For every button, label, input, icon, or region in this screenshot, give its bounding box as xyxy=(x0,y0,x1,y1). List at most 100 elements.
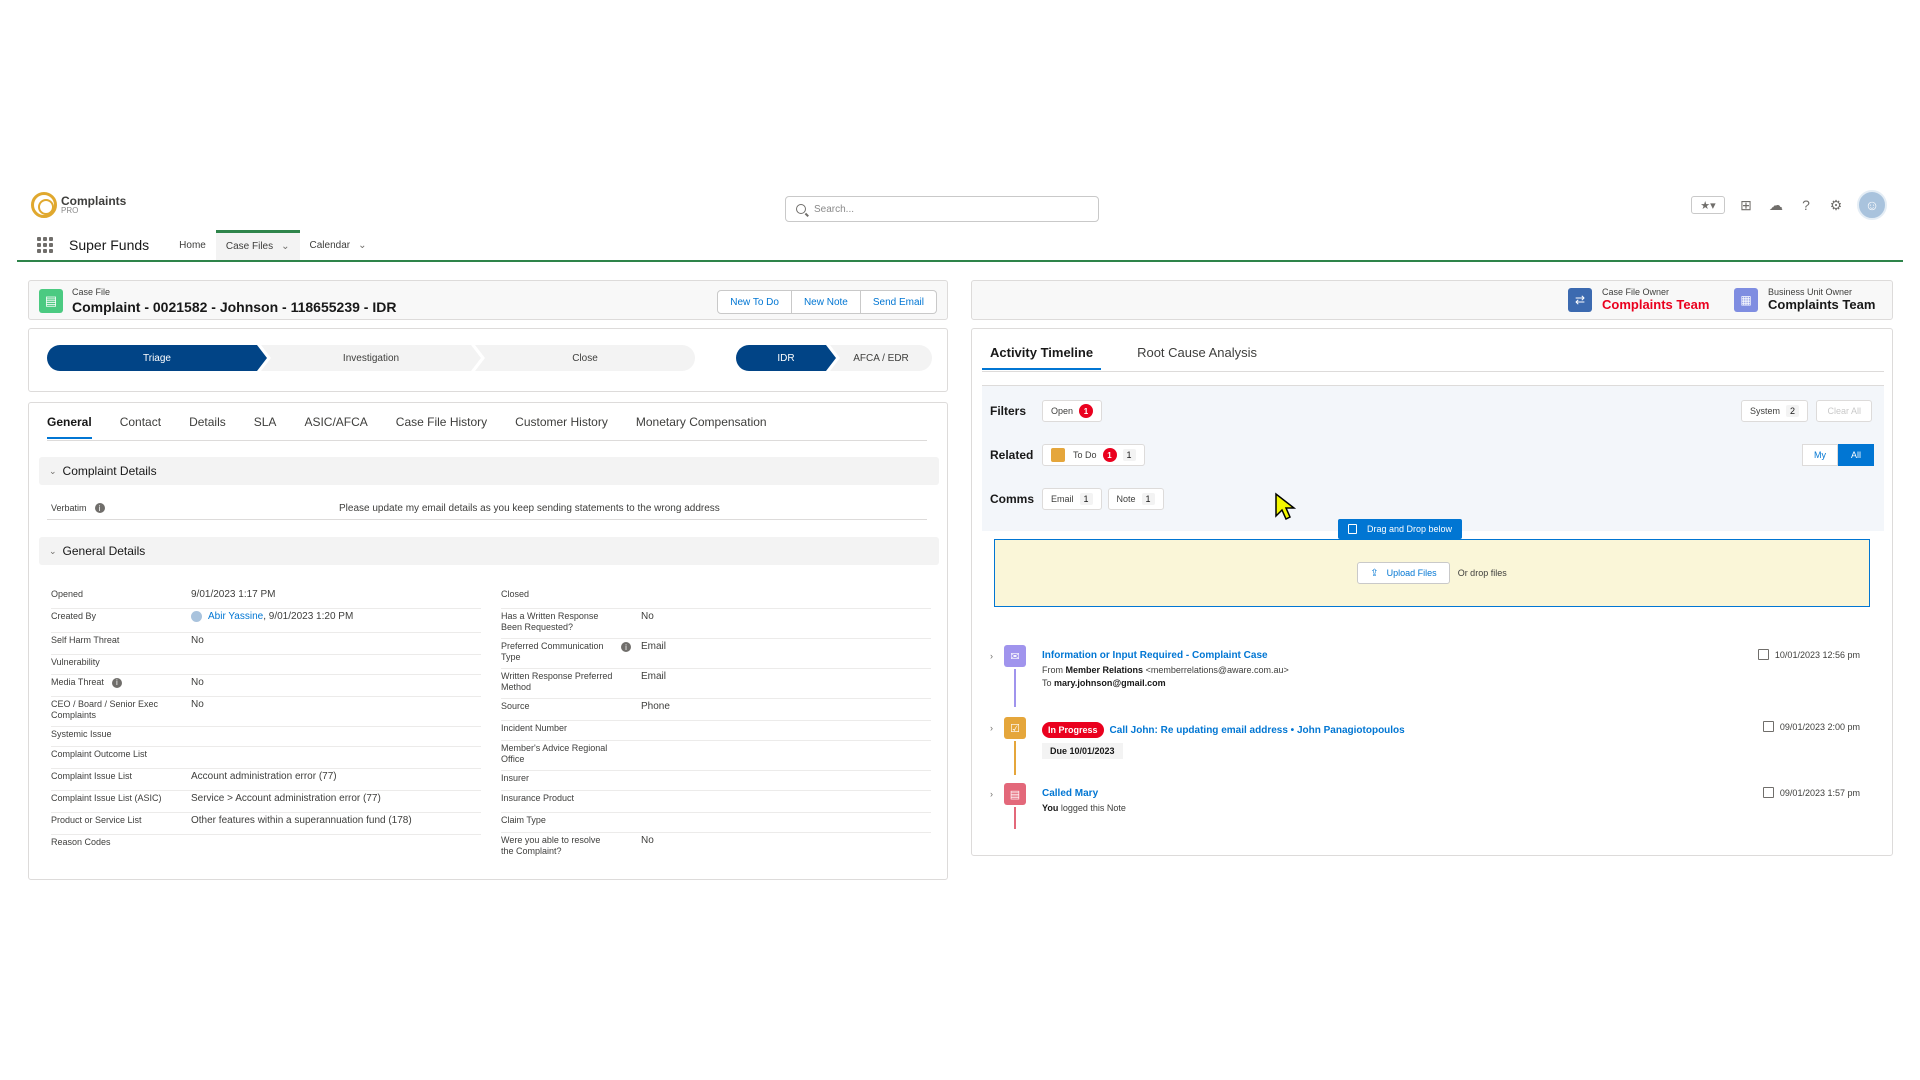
email-count: 1 xyxy=(1079,493,1093,505)
tab-general[interactable]: General xyxy=(47,415,92,439)
avatar[interactable]: ☺ xyxy=(1857,190,1887,220)
tabs-divider xyxy=(982,371,1884,372)
timeline-item-note: › ▤ Called Mary You logged this Note 09/… xyxy=(990,783,1870,833)
new-note-button[interactable]: New Note xyxy=(791,290,861,314)
nav-item-case-files[interactable]: Case Files ⌄ xyxy=(215,230,300,260)
chevron-right-icon[interactable]: › xyxy=(990,723,993,733)
tab-sla[interactable]: SLA xyxy=(254,415,277,439)
app-launcher-icon[interactable] xyxy=(37,237,53,253)
tab-contact[interactable]: Contact xyxy=(120,415,161,439)
global-header: Complaints PRO Search... ★▾ ⊞ ☁ ? ⚙ ☺ Su… xyxy=(17,188,1903,262)
section-complaint-details[interactable]: ⌄ Complaint Details xyxy=(39,457,939,485)
chevron-right-icon[interactable]: › xyxy=(990,789,993,799)
tab-case-file-history[interactable]: Case File History xyxy=(396,415,487,439)
stage-triage[interactable]: Triage xyxy=(47,345,267,371)
expand-icon[interactable] xyxy=(1762,721,1774,732)
chevron-right-icon[interactable]: › xyxy=(990,651,993,661)
timeline-item-title[interactable]: Called Mary xyxy=(1042,788,1098,799)
chevron-down-icon[interactable]: ⌄ xyxy=(281,241,289,252)
created-by-date: , 9/01/2023 1:20 PM xyxy=(263,611,354,623)
mouse-cursor-icon xyxy=(1275,492,1296,521)
stage-close[interactable]: Close xyxy=(475,345,695,371)
section-general-details[interactable]: ⌄ General Details xyxy=(39,537,939,565)
timeline-item-task: › ☑ In Progress Call John: Re updating em… xyxy=(990,717,1870,775)
gear-icon[interactable]: ⚙ xyxy=(1827,196,1845,214)
nav-divider xyxy=(17,260,1903,262)
filter-todo-pill[interactable]: To Do 1 1 xyxy=(1042,444,1145,466)
expand-icon[interactable] xyxy=(1762,787,1774,798)
email-icon: ✉ xyxy=(1004,645,1026,667)
toggle-my[interactable]: My xyxy=(1802,444,1838,466)
note-icon: ▤ xyxy=(1004,783,1026,805)
timeline-item-title[interactable]: Information or Input Required - Complain… xyxy=(1042,650,1268,661)
info-icon[interactable]: i xyxy=(111,677,122,688)
chevron-down-icon[interactable]: ⌄ xyxy=(358,240,366,251)
filter-open-pill[interactable]: Open 1 xyxy=(1042,400,1103,422)
filter-email-pill[interactable]: Email 1 xyxy=(1042,488,1102,510)
field-incident-number: Incident Number xyxy=(501,721,931,741)
details-card: General Contact Details SLA ASIC/AFCA Ca… xyxy=(28,402,948,880)
new-todo-button[interactable]: New To Do xyxy=(717,290,792,314)
tab-root-cause-analysis[interactable]: Root Cause Analysis xyxy=(1129,345,1265,370)
app-logo[interactable]: Complaints PRO xyxy=(31,192,126,218)
filter-system-pill[interactable]: System 2 xyxy=(1740,400,1808,422)
help-icon[interactable]: ? xyxy=(1797,196,1815,214)
logo-sub: PRO xyxy=(61,206,79,215)
owner-name-link[interactable]: Complaints Team xyxy=(1768,297,1875,312)
field-source: Source Phone xyxy=(501,699,931,721)
field-value: Other features within a superannuation f… xyxy=(191,815,412,826)
from-name: Member Relations xyxy=(1065,665,1144,675)
clear-all-button[interactable]: Clear All xyxy=(1816,400,1872,422)
field-product-or-service-list: Product or Service List Other features wi… xyxy=(51,813,481,835)
created-by-link[interactable]: Abir Yassine xyxy=(208,611,263,622)
note-author: You xyxy=(1042,803,1059,813)
tab-monetary-compensation[interactable]: Monetary Compensation xyxy=(636,415,767,439)
favorites-button[interactable]: ★▾ xyxy=(1691,196,1725,214)
field-written-response-requested: Has a Written Response Been Requested? No xyxy=(501,609,931,639)
file-drop-zone[interactable]: ⇪ Upload Files Or drop files xyxy=(994,539,1870,607)
field-label: Complaint Issue List (ASIC) xyxy=(51,793,162,803)
field-value: No xyxy=(191,677,204,688)
upload-files-button[interactable]: ⇪ Upload Files xyxy=(1357,562,1450,584)
stage-idr[interactable]: IDR xyxy=(736,345,836,371)
task-icon: ☑ xyxy=(1004,717,1026,739)
email-from: From Member Relations <memberrelations@a… xyxy=(1042,665,1289,675)
toggle-all[interactable]: All xyxy=(1838,444,1874,466)
nav-item-home[interactable]: Home xyxy=(169,230,216,260)
verbatim-value: Please update my email details as you ke… xyxy=(339,503,720,514)
nav-item-calendar[interactable]: Calendar ⌄ xyxy=(300,230,377,260)
global-actions-icon[interactable]: ⊞ xyxy=(1737,196,1755,214)
task-title-link[interactable]: Call John: Re updating email address • J… xyxy=(1110,725,1405,736)
stage-investigation[interactable]: Investigation xyxy=(261,345,481,371)
field-media-threat: Media Threat i No xyxy=(51,675,481,697)
date-text: 10/01/2023 12:56 pm xyxy=(1774,649,1860,660)
open-count-badge: 1 xyxy=(1079,404,1094,418)
expand-icon[interactable] xyxy=(1757,649,1769,660)
global-search[interactable]: Search... xyxy=(785,196,1099,222)
drop-files-text: Or drop files xyxy=(1457,568,1507,578)
timeline-item-email: › ✉ Information or Input Required - Comp… xyxy=(990,645,1870,707)
info-icon[interactable]: i xyxy=(94,503,105,513)
guidance-icon[interactable]: ☁ xyxy=(1767,196,1785,214)
tab-activity-timeline[interactable]: Activity Timeline xyxy=(982,345,1102,370)
todo-icon xyxy=(1051,448,1065,462)
field-resolved: Were you able to resolve the Complaint? N… xyxy=(501,833,931,863)
path-card: Triage Investigation Close IDR AFCA / ED… xyxy=(28,328,948,392)
field-vulnerability: Vulnerability xyxy=(51,655,481,675)
field-label: CEO / Board / Senior Exec Complaints xyxy=(51,699,159,720)
filter-note-pill[interactable]: Note 1 xyxy=(1107,488,1164,510)
tab-asic-afca[interactable]: ASIC/AFCA xyxy=(304,415,367,439)
field-label: Insurer xyxy=(501,773,530,783)
badge-label: Drag and Drop below xyxy=(1367,524,1453,534)
owner-name-link[interactable]: Complaints Team xyxy=(1602,297,1709,312)
tab-customer-history[interactable]: Customer History xyxy=(515,415,608,439)
verbatim-label: Verbatim xyxy=(51,503,87,513)
filters-label: Filters xyxy=(990,404,1027,418)
field-created-by: Created By Abir Yassine, 9/01/2023 1:20 P… xyxy=(51,609,481,633)
info-icon[interactable]: i xyxy=(621,642,631,652)
tab-details[interactable]: Details xyxy=(189,415,226,439)
activity-tabs: Activity Timeline Root Cause Analysis xyxy=(982,345,1265,370)
send-email-button[interactable]: Send Email xyxy=(860,290,937,314)
section-title: Complaint Details xyxy=(62,464,157,478)
stage-afca-edr[interactable]: AFCA / EDR xyxy=(830,345,932,371)
